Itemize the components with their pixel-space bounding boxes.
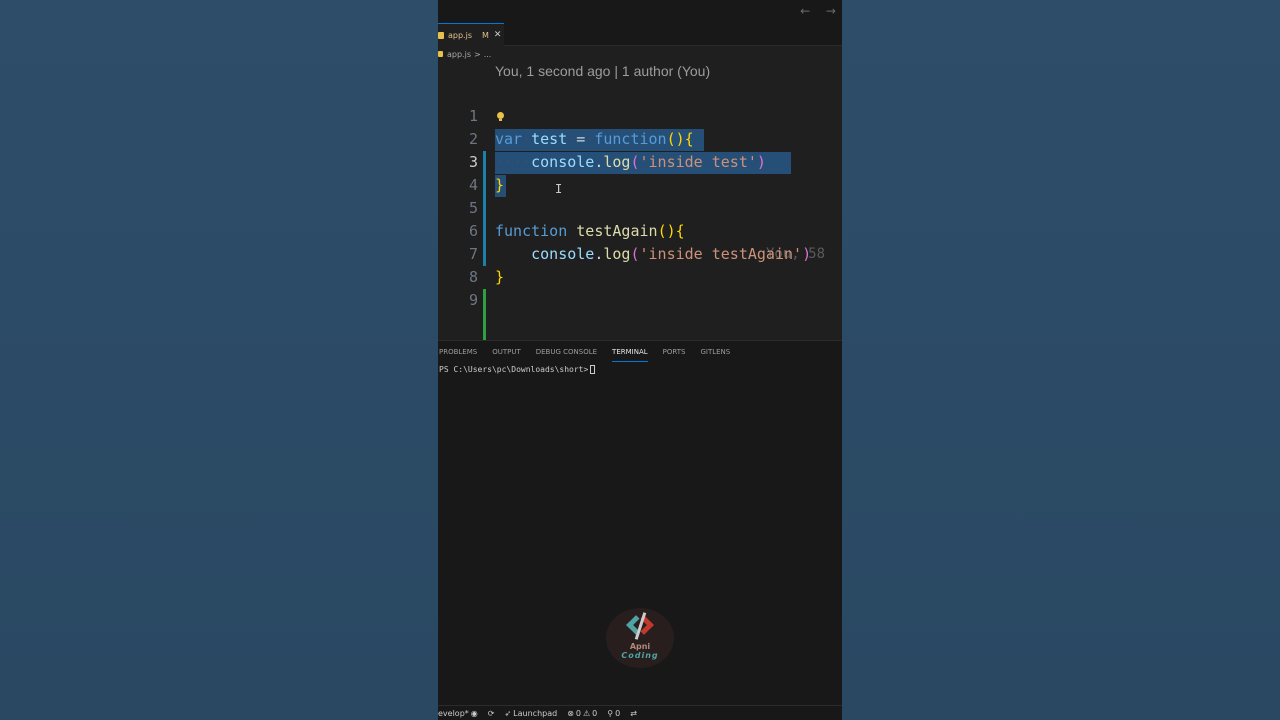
code-text: console.log('inside testAgain') (531, 245, 812, 263)
problems-indicator[interactable]: ⊗ 0 ⚠ 0 (567, 709, 599, 718)
breadcrumb-file[interactable]: app.js (447, 50, 471, 59)
warning-count: 0 (592, 708, 598, 718)
code-editor[interactable]: 1 2 3 var·test·=·function(){ You, 58 4 ·… (438, 82, 842, 358)
terminal-prompt[interactable]: PS C:\Users\pc\Downloads\short> (439, 365, 596, 374)
error-count: 0 (575, 708, 581, 718)
nav-arrows-icon[interactable]: ← → (800, 4, 842, 18)
code-line: 5 } (438, 174, 842, 266)
branch-indicator[interactable]: evelop* ◉ (438, 709, 480, 718)
tab-app-js[interactable]: app.js M ✕ (438, 23, 504, 46)
sync-icon: ⟳ (487, 708, 495, 718)
code-line: 1 (438, 82, 842, 174)
prompt-text: PS C:\Users\pc\Downloads\short> (439, 365, 589, 374)
line-number: 9 (468, 291, 478, 309)
ports-count: 0 (615, 708, 621, 718)
close-icon[interactable]: ✕ (494, 30, 502, 40)
launchpad-button[interactable]: ➶ Launchpad (504, 709, 559, 718)
js-file-icon (438, 51, 443, 57)
breadcrumb-more[interactable]: ... (484, 50, 492, 59)
launchpad-label: Launchpad (513, 708, 558, 718)
title-bar: ← → (438, 0, 842, 23)
live-share-indicator[interactable]: ⇄ (630, 709, 639, 718)
tab-bar: app.js M ✕ (438, 23, 842, 46)
share-icon: ⇄ (630, 708, 637, 718)
status-bar: evelop* ◉ ⟳ ➶ Launchpad ⊗ 0 ⚠ 0 ⚲ 0 ⇄ (438, 705, 842, 720)
tab-label: app.js (448, 30, 472, 40)
vscode-window: ← → app.js M ✕ app.js > ... You, 1 secon… (438, 0, 842, 720)
background-left (0, 0, 438, 720)
ports-indicator[interactable]: ⚲ 0 (607, 709, 622, 718)
rocket-icon: ➶ (504, 708, 512, 718)
tab-debug-console[interactable]: DEBUG CONSOLE (536, 348, 597, 362)
code-text: ····console.log('inside test') (495, 153, 766, 171)
branch-name: evelop* (438, 708, 469, 718)
antenna-icon: ⚲ (607, 708, 614, 718)
code-text: } (495, 268, 505, 286)
modified-badge: M (482, 30, 489, 40)
sync-indicator[interactable]: ⟳ (488, 709, 497, 718)
code-line: 7 function testAgain(){ (438, 220, 842, 312)
apni-coding-logo: Apni Coding (606, 608, 674, 668)
breadcrumb-separator: > (474, 49, 481, 59)
code-text: var·test·=·function(){ (495, 130, 694, 148)
eye-icon: ◉ (470, 708, 478, 718)
panel-tabs: PROBLEMS OUTPUT DEBUG CONSOLE TERMINAL P… (438, 348, 745, 362)
tab-problems[interactable]: PROBLEMS (439, 348, 477, 362)
git-codelens[interactable]: You, 1 second ago | 1 author (You) (495, 63, 710, 79)
lightbulb-icon[interactable] (497, 112, 504, 121)
tab-terminal[interactable]: TERMINAL (612, 348, 648, 362)
code-brackets-icon (625, 612, 655, 642)
code-text: } (495, 176, 505, 194)
js-file-icon (438, 31, 444, 39)
tab-gitlens[interactable]: GITLENS (700, 348, 730, 362)
logo-text-coding: Coding (621, 651, 659, 660)
code-text: function testAgain(){ (495, 222, 685, 240)
text-cursor-icon: I (555, 182, 563, 196)
tab-output[interactable]: OUTPUT (492, 348, 521, 362)
breadcrumb[interactable]: app.js > ... (438, 47, 491, 61)
warning-icon: ⚠ (583, 708, 591, 718)
logo-text-apni: Apni (629, 642, 651, 651)
error-icon: ⊗ (567, 708, 574, 718)
code-line: 4 ····console.log('inside test') (438, 151, 842, 243)
code-line: 3 var·test·=·function(){ You, 58 (438, 128, 842, 262)
code-line: 8 console.log('inside testAgain') (438, 243, 842, 335)
code-line: 6 (438, 197, 842, 240)
code-line: 2 (438, 105, 842, 197)
tab-ports[interactable]: PORTS (663, 348, 686, 362)
background-right (842, 0, 1280, 720)
terminal-cursor (590, 365, 596, 374)
code-line: 9 } (438, 266, 842, 358)
